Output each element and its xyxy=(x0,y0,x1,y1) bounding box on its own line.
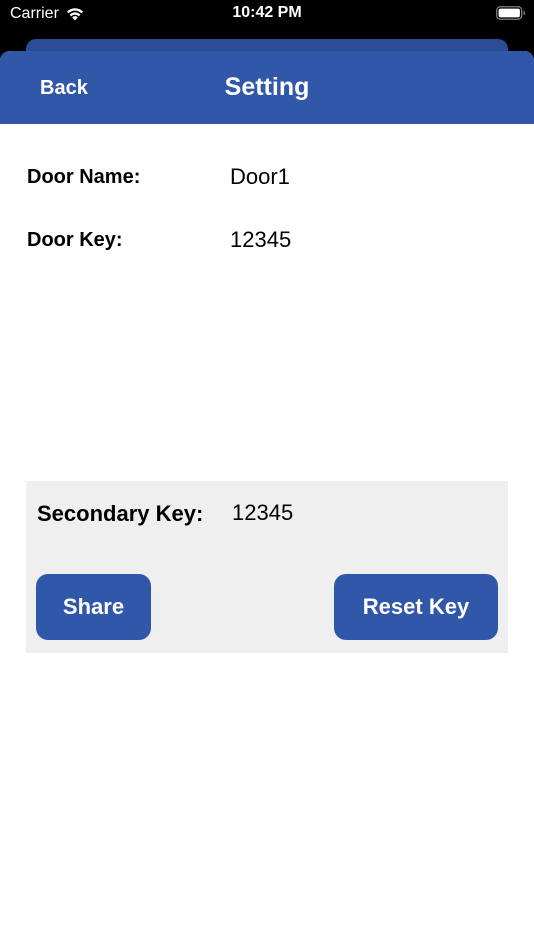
door-name-label: Door Name: xyxy=(27,166,141,188)
status-bar: Carrier 10:42 PM xyxy=(0,0,534,30)
secondary-key-panel: Secondary Key: 12345 Share Reset Key xyxy=(26,481,508,653)
door-key-label: Door Key: xyxy=(27,229,123,251)
door-name-value: Door1 xyxy=(230,164,290,189)
door-key-value: 12345 xyxy=(230,227,292,252)
share-button[interactable]: Share xyxy=(36,574,151,640)
page-title: Setting xyxy=(224,73,310,101)
clock: 10:42 PM xyxy=(232,4,302,21)
secondary-key-value: 12345 xyxy=(232,500,294,525)
reset-key-button[interactable]: Reset Key xyxy=(334,574,498,640)
secondary-key-label: Secondary Key: xyxy=(37,501,204,526)
battery-icon xyxy=(496,6,526,20)
settings-sheet: Back Setting Door Name: Door1 Door Key: … xyxy=(0,51,534,950)
navigation-bar: Back Setting xyxy=(0,51,534,124)
